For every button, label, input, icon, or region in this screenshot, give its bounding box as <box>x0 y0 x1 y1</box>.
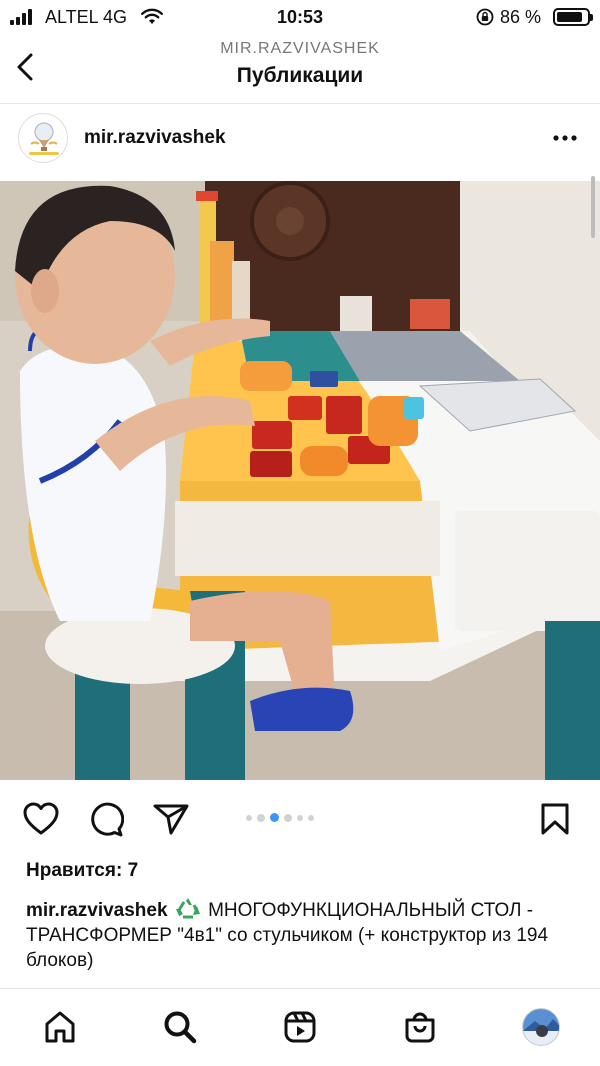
battery-percent: 86 % <box>500 7 542 27</box>
tabbar-divider <box>0 988 600 989</box>
comment-icon[interactable] <box>88 802 124 838</box>
bookmark-save-icon[interactable] <box>540 802 570 836</box>
post-photo[interactable] <box>0 181 600 780</box>
post-username[interactable]: mir.razvivashek <box>84 127 226 149</box>
orientation-lock-icon <box>476 8 494 26</box>
carousel-dot <box>308 814 314 821</box>
carousel-indicator <box>246 813 314 822</box>
scroll-indicator <box>591 176 595 238</box>
post-author-avatar[interactable] <box>18 113 68 163</box>
battery-icon <box>553 8 593 26</box>
carousel-dot <box>284 813 292 822</box>
header-divider <box>0 103 600 104</box>
caption-username[interactable]: mir.razvivashek <box>26 900 168 921</box>
status-bar: ALTEL 4G 10:53 86 % <box>0 0 600 36</box>
carousel-dot <box>270 813 279 822</box>
home-icon[interactable] <box>43 1010 77 1044</box>
likes-count[interactable]: Нравится: 7 <box>26 860 138 882</box>
search-icon[interactable] <box>163 1010 197 1044</box>
account-handle[interactable]: MIR.RAZVIVASHEK <box>0 40 600 58</box>
page-title: Публикации <box>236 64 364 87</box>
profile-avatar[interactable] <box>522 1008 560 1046</box>
carousel-dot <box>257 813 265 822</box>
share-send-icon[interactable] <box>152 802 190 836</box>
carousel-dot <box>246 814 252 821</box>
recycle-emoji-icon <box>175 898 200 919</box>
shop-bag-icon[interactable] <box>403 1010 437 1044</box>
more-options-icon[interactable] <box>552 125 578 151</box>
post-caption: mir.razvivashek МНОГОФУНКЦИОНАЛЬНЫЙ СТОЛ… <box>26 896 566 973</box>
like-heart-icon[interactable] <box>22 801 60 837</box>
reels-icon[interactable] <box>283 1010 317 1044</box>
carousel-dot <box>297 814 303 821</box>
